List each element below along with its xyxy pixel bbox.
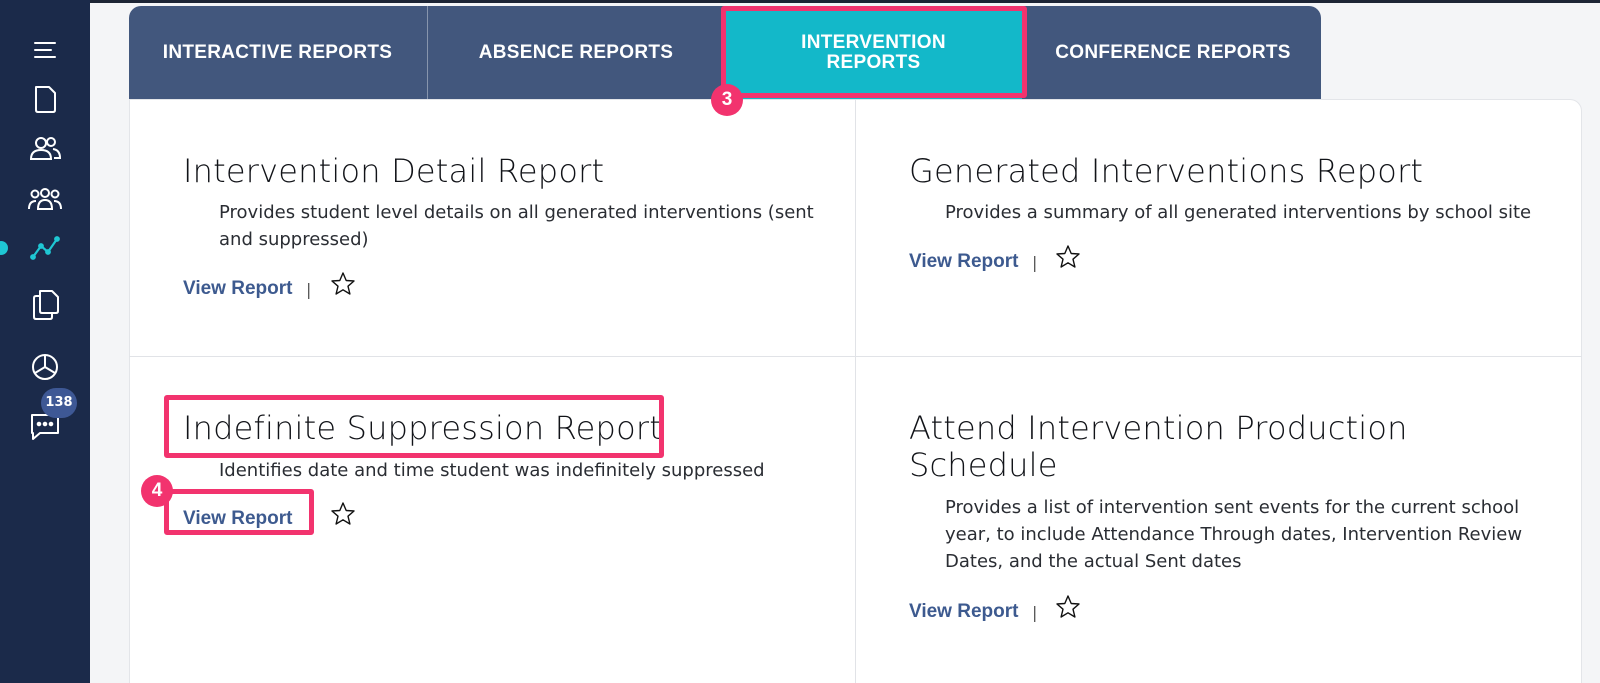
favorite-star-icon[interactable] <box>330 271 356 297</box>
card-title-intervention-detail: Intervention Detail Report <box>183 152 605 190</box>
column-divider <box>855 99 856 683</box>
users-icon[interactable] <box>27 131 63 167</box>
tab-absence-reports[interactable]: ABSENCE REPORTS <box>427 6 724 99</box>
card-title-attend-intervention-schedule: Attend Intervention Production Schedule <box>909 409 1408 484</box>
view-report-link-intervention-detail[interactable]: View Report <box>183 278 292 300</box>
analytics-icon[interactable] <box>27 230 63 266</box>
row-divider <box>129 356 1582 357</box>
link-separator: | <box>1032 253 1038 272</box>
link-separator: | <box>1032 603 1038 622</box>
highlight-view-report-link <box>164 489 314 535</box>
step-3-marker: 3 <box>711 84 743 116</box>
step-4-marker: 4 <box>141 475 173 507</box>
active-indicator <box>0 241 8 255</box>
favorite-star-icon[interactable] <box>1055 594 1081 620</box>
menu-icon[interactable] <box>27 32 63 68</box>
tab-conference-reports[interactable]: CONFERENCE REPORTS <box>1025 6 1321 99</box>
view-report-link-attend-intervention-schedule[interactable]: View Report <box>909 601 1018 623</box>
card-title-generated-interventions: Generated Interventions Report <box>909 152 1424 190</box>
card-desc-generated-interventions: Provides a summary of all generated inte… <box>945 202 1532 223</box>
copy-icon[interactable] <box>27 286 63 322</box>
card-desc-attend-intervention-schedule: Provides a list of intervention sent eve… <box>945 497 1523 572</box>
card-desc-intervention-detail: Provides student level details on all ge… <box>219 202 814 250</box>
card-desc-indefinite-suppression: Identifies date and time student was ind… <box>219 460 765 481</box>
document-icon[interactable] <box>27 81 63 117</box>
highlight-indefinite-suppression-title <box>164 395 664 458</box>
favorite-star-icon[interactable] <box>330 501 356 527</box>
favorite-star-icon[interactable] <box>1055 244 1081 270</box>
tab-interactive-reports[interactable]: INTERACTIVE REPORTS <box>129 6 426 99</box>
highlight-intervention-tab <box>721 6 1027 98</box>
view-report-link-generated-interventions[interactable]: View Report <box>909 251 1018 273</box>
chat-count-badge: 138 <box>41 388 77 418</box>
link-separator: | <box>306 280 312 299</box>
groups-icon[interactable] <box>27 181 63 217</box>
sidebar: 138 <box>0 0 90 683</box>
top-border <box>0 0 1600 3</box>
pie-chart-icon[interactable] <box>27 349 63 385</box>
